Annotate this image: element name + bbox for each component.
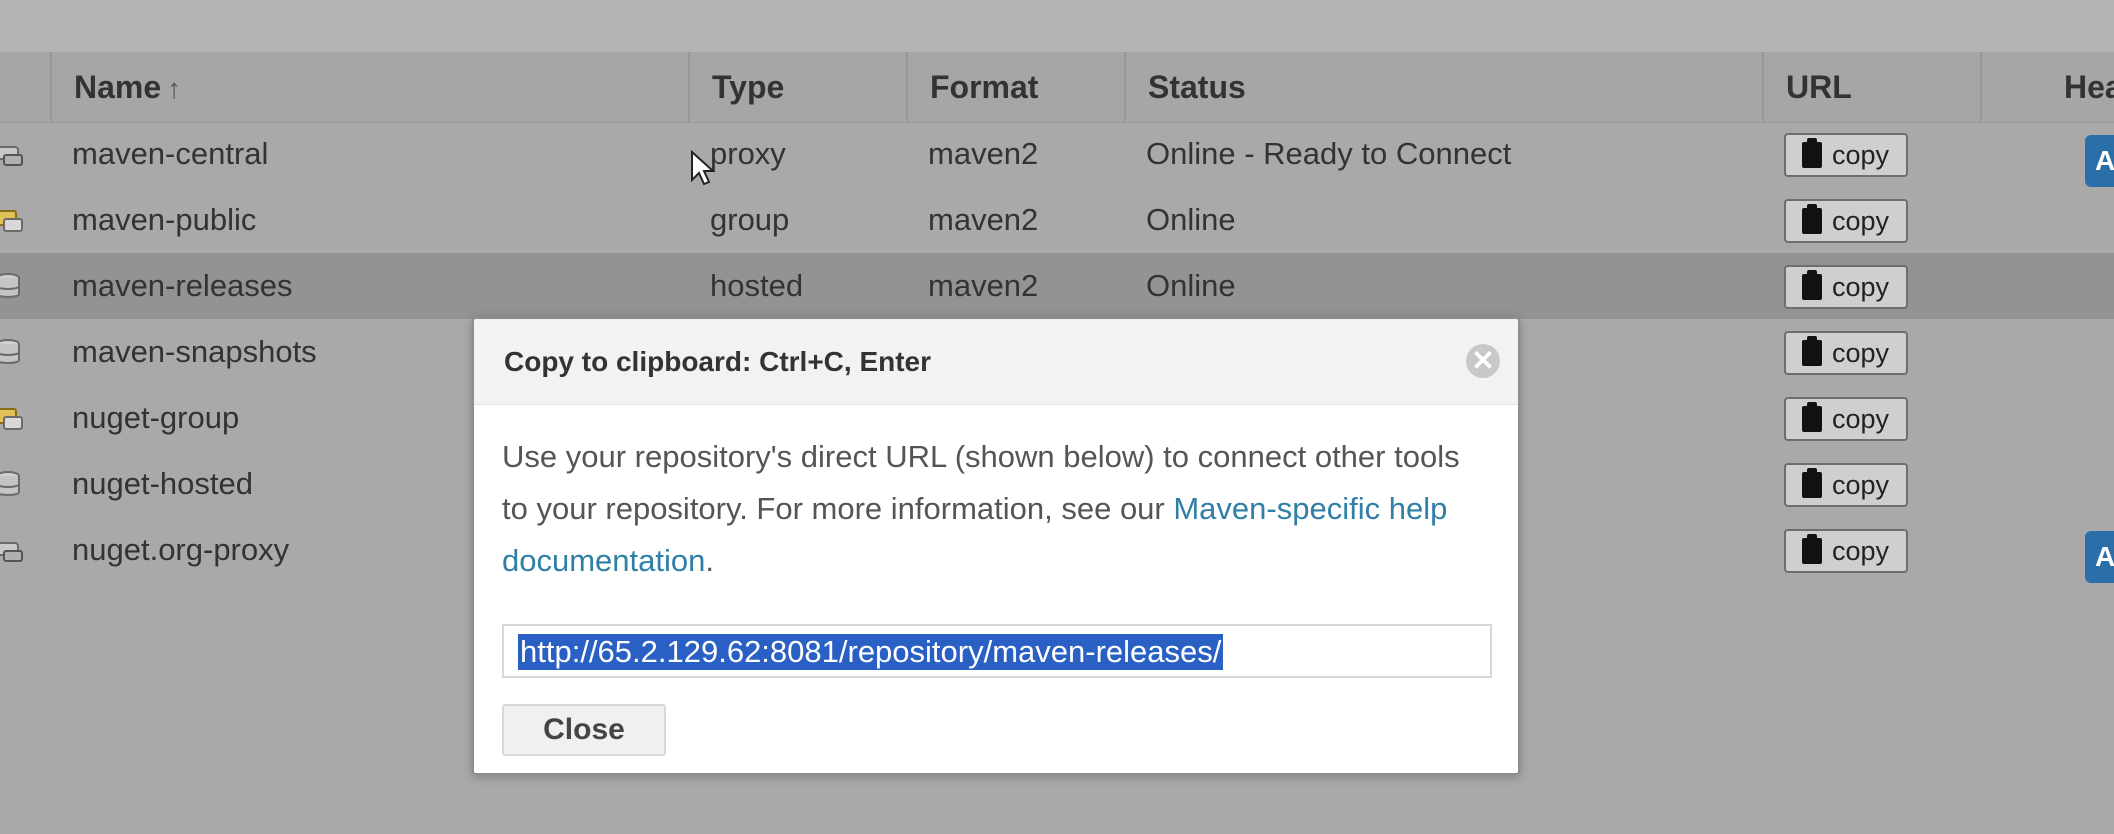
- column-status-label: Status: [1148, 69, 1246, 105]
- proxy-repo-icon: [0, 146, 23, 166]
- hosted-repo-icon: [0, 339, 20, 364]
- repo-status: Online - Ready to Connect: [1146, 136, 1512, 171]
- copy-url-button[interactable]: copy: [1784, 331, 1908, 375]
- repo-name: maven-releases: [72, 268, 293, 303]
- repo-format: maven2: [928, 136, 1039, 171]
- repo-type: hosted: [710, 268, 804, 303]
- health-check-button[interactable]: A: [2085, 135, 2114, 187]
- clipboard-icon: [1802, 204, 1822, 234]
- repo-name: nuget-hosted: [72, 466, 253, 501]
- clipboard-icon: [1802, 402, 1822, 432]
- repo-name: nuget.org-proxy: [72, 532, 290, 567]
- repo-format: maven2: [928, 202, 1039, 237]
- group-repo-icon: [0, 210, 23, 232]
- repo-name: maven-public: [72, 202, 257, 237]
- dialog-header: Copy to clipboard: Ctrl+C, Enter ✕: [474, 319, 1518, 405]
- repo-status: Online: [1146, 202, 1236, 237]
- copy-button-label: copy: [1832, 338, 1890, 368]
- selected-url-text: http://65.2.129.62:8081/repository/maven…: [518, 634, 1224, 670]
- repo-type: proxy: [710, 136, 786, 171]
- close-icon[interactable]: ✕: [1466, 344, 1500, 378]
- close-button[interactable]: Close: [502, 704, 666, 756]
- clipboard-icon: [1802, 468, 1822, 498]
- column-name-label: Name: [74, 69, 162, 105]
- repo-format: maven2: [928, 268, 1039, 303]
- top-toolbar-band: [0, 0, 2114, 54]
- clipboard-icon: [1802, 336, 1822, 366]
- clipboard-icon: [1802, 534, 1822, 564]
- copy-url-button[interactable]: copy: [1784, 133, 1908, 177]
- column-header-name[interactable]: Name ↑: [50, 52, 688, 122]
- copy-button-label: copy: [1832, 404, 1890, 434]
- copy-button-label: copy: [1832, 206, 1890, 236]
- column-url-label: URL: [1786, 69, 1852, 105]
- repo-status: Online: [1146, 268, 1236, 303]
- column-header-format[interactable]: Format: [906, 52, 1124, 122]
- copy-button-label: copy: [1832, 140, 1890, 170]
- column-health-label: Hea: [2064, 69, 2114, 105]
- mouse-cursor-icon: [691, 150, 716, 186]
- repo-name: nuget-group: [72, 400, 240, 435]
- health-badge-label: A: [2095, 145, 2114, 176]
- repository-url-field[interactable]: http://65.2.129.62:8081/repository/maven…: [502, 624, 1492, 678]
- repo-name: maven-snapshots: [72, 334, 317, 369]
- table-row[interactable]: maven-central proxy maven2 Online - Read…: [0, 121, 2114, 187]
- table-row[interactable]: maven-releases hosted maven2 Online copy: [0, 253, 2114, 319]
- column-format-label: Format: [930, 69, 1039, 105]
- copy-url-button[interactable]: copy: [1784, 265, 1908, 309]
- repo-name: maven-central: [72, 136, 269, 171]
- proxy-repo-icon: [0, 542, 23, 562]
- copy-url-button[interactable]: copy: [1784, 397, 1908, 441]
- grid-header: Name ↑ Type Format Status URL Hea: [0, 52, 2114, 123]
- copy-url-button[interactable]: copy: [1784, 529, 1908, 573]
- column-type-label: Type: [712, 69, 785, 105]
- dialog-message: Use your repository's direct URL (shown …: [502, 431, 1492, 587]
- column-header-status[interactable]: Status: [1124, 52, 1762, 122]
- column-header-health[interactable]: Hea: [1980, 52, 2114, 122]
- health-badge-label: A: [2095, 541, 2114, 572]
- column-header-url[interactable]: URL: [1762, 52, 1980, 122]
- clipboard-icon: [1802, 138, 1822, 168]
- copy-button-label: copy: [1832, 470, 1890, 500]
- table-row[interactable]: maven-public group maven2 Online copy: [0, 187, 2114, 253]
- hosted-repo-icon: [0, 471, 20, 496]
- health-check-button[interactable]: A: [2085, 531, 2114, 583]
- dialog-body-end: .: [705, 543, 714, 578]
- group-repo-icon: [0, 408, 23, 430]
- sort-ascending-icon: ↑: [167, 73, 182, 104]
- repo-type: group: [710, 202, 790, 237]
- dialog-title: Copy to clipboard: Ctrl+C, Enter: [504, 346, 932, 377]
- copy-url-button[interactable]: copy: [1784, 199, 1908, 243]
- copy-button-label: copy: [1832, 536, 1890, 566]
- column-header-type[interactable]: Type: [688, 52, 906, 122]
- copy-url-button[interactable]: copy: [1784, 463, 1908, 507]
- clipboard-icon: [1802, 270, 1822, 300]
- hosted-repo-icon: [0, 273, 20, 298]
- copy-to-clipboard-dialog: Copy to clipboard: Ctrl+C, Enter ✕ Use y…: [472, 317, 1520, 775]
- copy-button-label: copy: [1832, 272, 1890, 302]
